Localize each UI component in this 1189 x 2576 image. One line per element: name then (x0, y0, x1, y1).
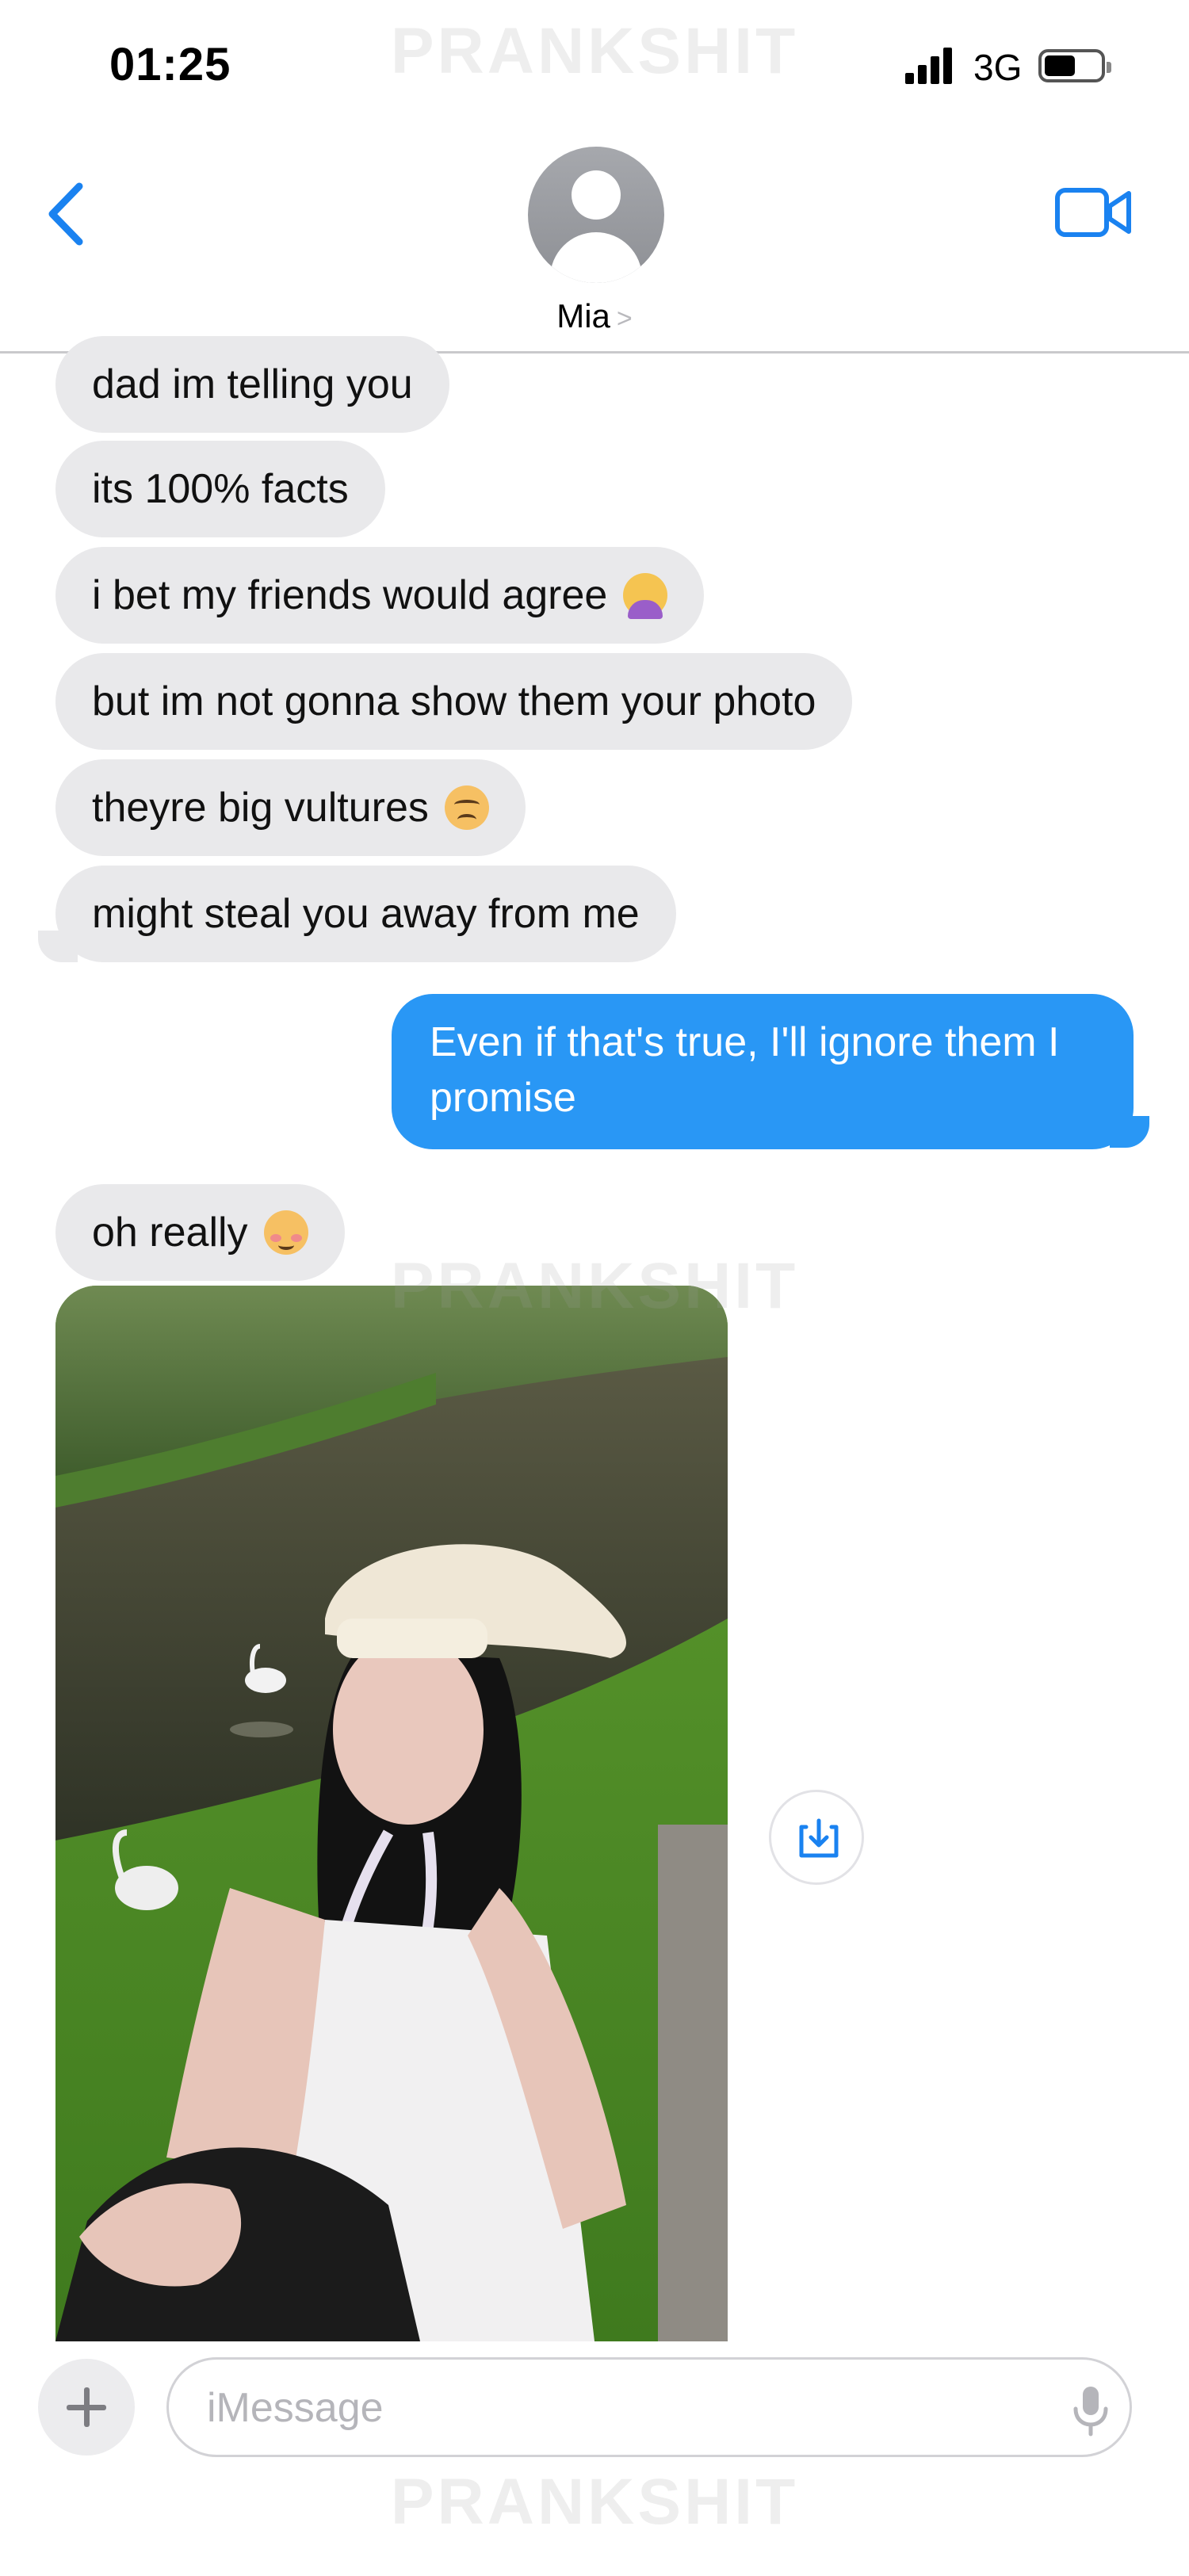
message-composer (0, 2341, 1189, 2468)
contact-name-label: Mia (556, 297, 610, 334)
apps-plus-button[interactable] (38, 2359, 135, 2456)
message-bubble-incoming[interactable]: but im not gonna show them your photo (55, 653, 853, 750)
message-bubble-outgoing[interactable]: Even if that's true, I'll ignore them I … (392, 994, 1134, 1149)
message-bubble-incoming[interactable]: its 100% facts (55, 441, 385, 537)
watermark-top: PRANKSHIT (390, 15, 799, 87)
relieved-face-icon (263, 1210, 308, 1255)
bubble-tail (38, 931, 78, 962)
save-photo-button[interactable] (769, 1790, 864, 1885)
bubble-tail (1110, 1116, 1149, 1148)
message-bubble-incoming[interactable]: i bet my friends would agree (55, 547, 705, 644)
microphone-icon[interactable] (1063, 2382, 1118, 2437)
message-bubble-incoming[interactable]: theyre big vultures (55, 759, 526, 856)
message-text: might steal you away from me (92, 891, 640, 937)
conversation-header: Mia > (0, 135, 1189, 354)
message-bubble-incoming[interactable]: dad im telling you (55, 336, 449, 433)
person-gesturing-icon (623, 573, 668, 619)
message-bubble-incoming[interactable]: might steal you away from me (55, 866, 676, 962)
sad-face-icon (444, 785, 489, 830)
message-text: but im not gonna show them your photo (92, 678, 816, 724)
photo-image (55, 1286, 728, 2341)
message-text: its 100% facts (92, 466, 349, 512)
contact-name[interactable]: Mia > (0, 297, 1189, 335)
message-text: dad im telling you (92, 361, 413, 407)
contact-avatar[interactable] (528, 147, 664, 283)
message-input[interactable] (207, 2382, 1000, 2434)
chevron-right-icon: > (616, 304, 633, 334)
watermark-bottom: PRANKSHIT (390, 2466, 799, 2538)
download-icon (799, 1818, 839, 1858)
messages-screen: 01:25 3G PRANKSHIT Mia > dad im telling y (0, 0, 1189, 2576)
photo-attachment[interactable] (55, 1286, 728, 2341)
back-chevron-icon[interactable] (40, 174, 95, 254)
facetime-video-icon[interactable] (1054, 181, 1134, 244)
watermark-middle: PRANKSHIT (390, 1250, 799, 1322)
message-text: i bet my friends would agree (92, 572, 608, 618)
message-field[interactable] (166, 2357, 1132, 2457)
message-text: theyre big vultures (92, 785, 429, 831)
message-text: Even if that's true, I'll ignore them I … (430, 1019, 1060, 1121)
